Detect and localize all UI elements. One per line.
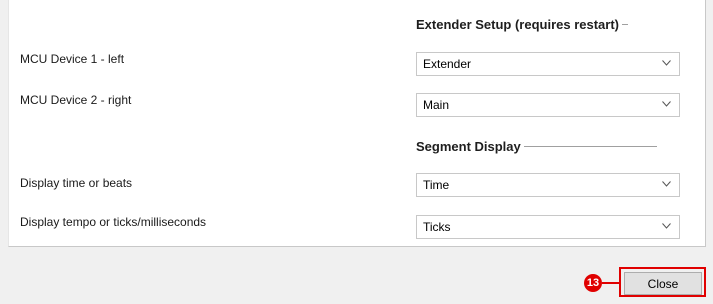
- annotation-connector: [602, 282, 619, 284]
- section-divider: [523, 146, 657, 147]
- close-button[interactable]: Close: [624, 272, 702, 295]
- select-value: Main: [423, 98, 450, 112]
- section-header-extender-setup: Extender Setup (requires restart): [416, 17, 629, 32]
- chevron-down-icon: [662, 60, 671, 66]
- label-mcu-device-2: MCU Device 2 - right: [20, 93, 132, 107]
- section-header-segment-display: Segment Display: [416, 139, 657, 154]
- select-value: Extender: [423, 57, 472, 71]
- label-mcu-device-1: MCU Device 1 - left: [20, 52, 125, 66]
- chevron-down-icon: [662, 181, 671, 187]
- select-value: Ticks: [423, 220, 451, 234]
- settings-panel: Extender Setup (requires restart) MCU De…: [8, 0, 706, 247]
- dialog-footer: [0, 247, 713, 304]
- select-display-tempo-or-ticks[interactable]: Ticks: [416, 215, 680, 239]
- step-number-badge: 13: [584, 274, 602, 292]
- section-title: Segment Display: [416, 139, 521, 154]
- section-divider: [622, 24, 629, 25]
- chevron-down-icon: [662, 223, 671, 229]
- section-title: Extender Setup (requires restart): [416, 17, 620, 32]
- label-display-tempo-or-ticks: Display tempo or ticks/milliseconds: [20, 215, 207, 229]
- label-display-time-or-beats: Display time or beats: [20, 176, 133, 190]
- select-mcu-device-2[interactable]: Main: [416, 93, 680, 117]
- select-mcu-device-1[interactable]: Extender: [416, 52, 680, 76]
- chevron-down-icon: [662, 101, 671, 107]
- select-value: Time: [423, 178, 450, 192]
- select-display-time-or-beats[interactable]: Time: [416, 173, 680, 197]
